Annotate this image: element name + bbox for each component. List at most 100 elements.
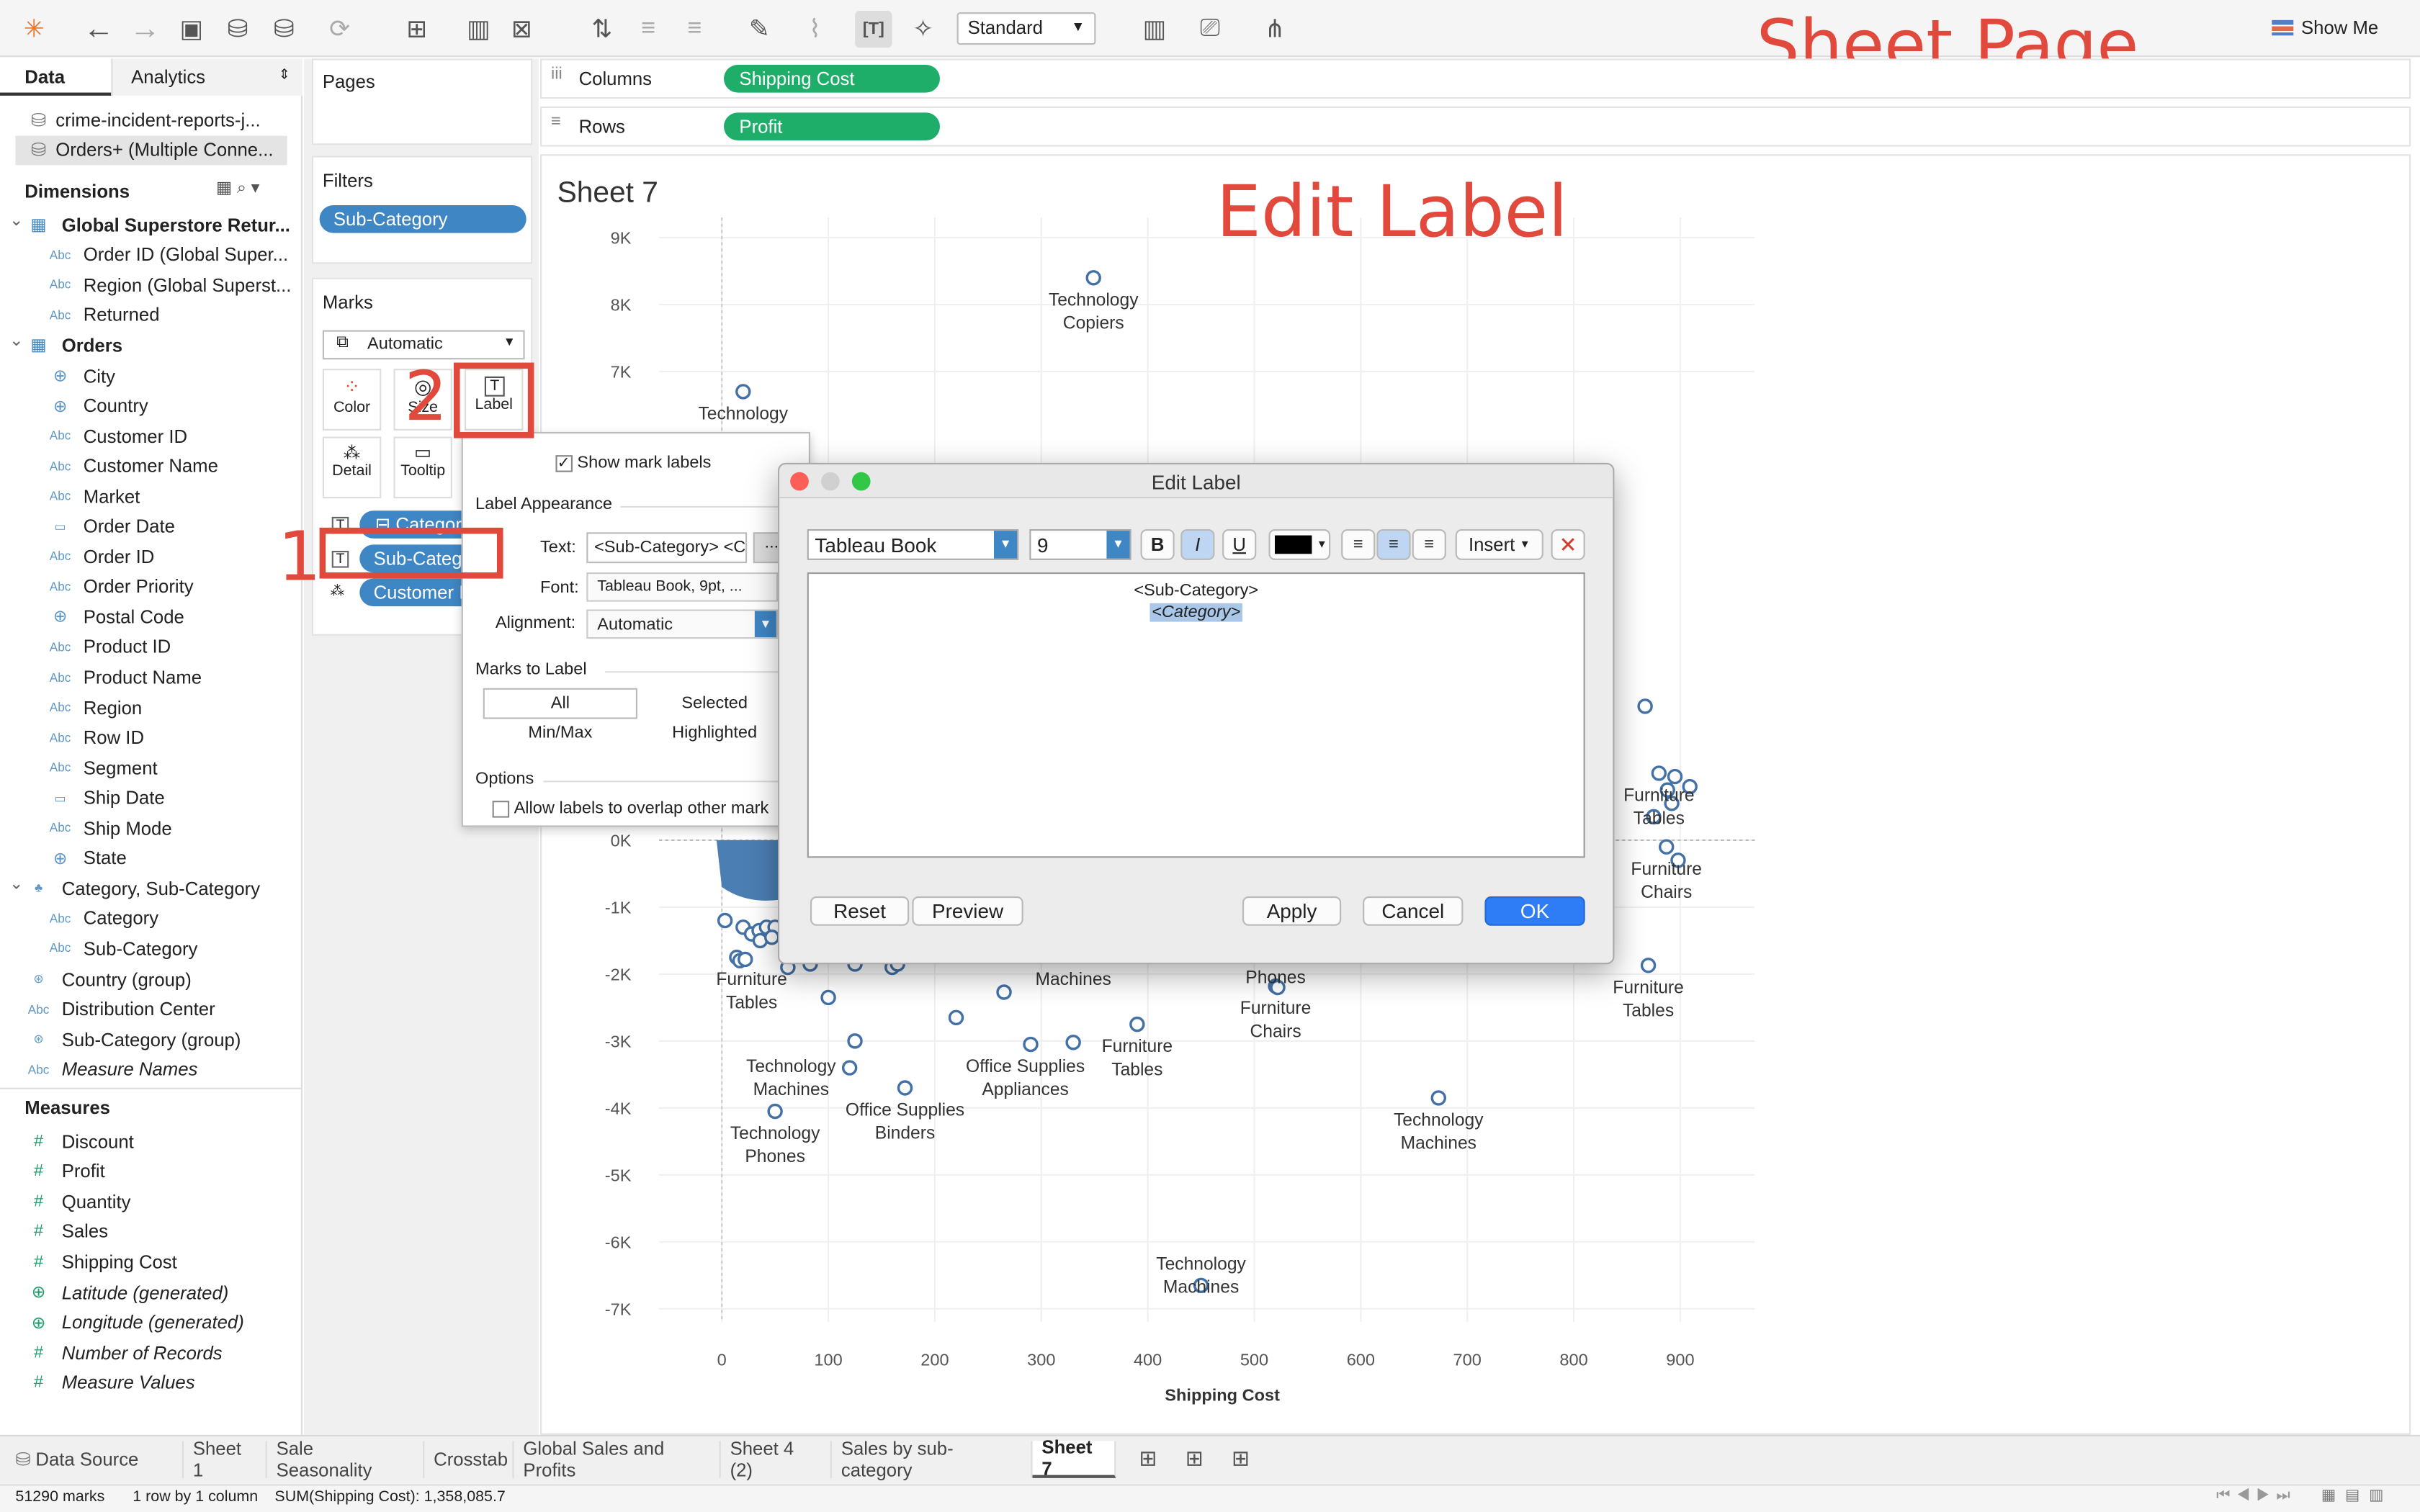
scatter-point[interactable] <box>767 1103 783 1120</box>
measure-field[interactable]: ⊕ Longitude (generated) <box>0 1308 244 1338</box>
measure-field[interactable]: # Quantity <box>0 1187 130 1217</box>
cancel-button[interactable]: Cancel <box>1363 896 1464 926</box>
measure-field[interactable]: # Measure Values <box>0 1367 195 1398</box>
highlight-icon[interactable]: ✎ <box>741 11 778 48</box>
swap-icon[interactable]: ⇅ <box>583 11 620 48</box>
scatter-point[interactable] <box>820 989 836 1006</box>
show-me-button[interactable]: Show Me <box>2272 17 2378 39</box>
cards-icon[interactable]: ▥ <box>1136 11 1173 48</box>
option-highlighted[interactable]: Highlighted <box>637 724 792 742</box>
dimension-field[interactable]: Abc Product Name <box>0 662 202 693</box>
columns-pill-shipping-cost[interactable]: Shipping Cost <box>723 65 940 93</box>
presentation-icon[interactable]: ⎚ <box>1191 11 1228 48</box>
underline-button[interactable]: U <box>1222 529 1257 560</box>
filters-card[interactable]: Filters Sub-Category <box>311 156 533 264</box>
sort-desc-icon[interactable]: ≡ <box>676 11 713 48</box>
dimension-field[interactable]: ⊕ Country <box>0 391 148 421</box>
dimension-field[interactable]: Abc Returned <box>0 300 160 330</box>
tableau-logo-icon[interactable]: ✳ <box>15 11 52 48</box>
refresh-icon[interactable]: ⟳ <box>321 11 358 48</box>
detail-button[interactable]: ⁂ Detail <box>322 436 382 499</box>
scatter-point[interactable] <box>1129 1016 1145 1032</box>
scatter-point[interactable] <box>1667 768 1683 785</box>
pages-card[interactable]: Pages <box>311 58 533 145</box>
filter-pill-subcategory[interactable]: Sub-Category <box>319 205 526 233</box>
apply-button[interactable]: Apply <box>1242 896 1342 926</box>
scatter-point[interactable] <box>738 951 753 968</box>
tooltip-button[interactable]: ▭ Tooltip <box>393 436 452 499</box>
scatter-point[interactable] <box>897 1080 913 1096</box>
measure-field[interactable]: # Number of Records <box>0 1338 223 1368</box>
scatter-point[interactable] <box>996 984 1012 1000</box>
dimension-field[interactable]: Abc Customer ID <box>0 421 187 451</box>
alignment-dropdown[interactable]: Automatic ▼ <box>586 609 778 639</box>
font-family-dropdown[interactable]: Tableau Book ▼ <box>807 529 1019 560</box>
expand-icon[interactable]: ⌄ <box>9 330 24 351</box>
bold-button[interactable]: B <box>1140 529 1175 560</box>
align-left-button[interactable]: ≡ <box>1341 529 1376 560</box>
scatter-point[interactable] <box>948 1009 964 1026</box>
clear-sheet-icon[interactable]: ⊠ <box>503 11 540 48</box>
text-field[interactable]: <Sub-Category> <C <box>586 532 748 564</box>
dimension-field[interactable]: ▭ Ship Date <box>0 783 164 813</box>
scatter-point[interactable] <box>841 1060 858 1076</box>
dimension-field[interactable]: ▭ Order Date <box>0 511 174 541</box>
mark-type-dropdown[interactable]: ⧉ Automatic ▼ <box>322 330 525 360</box>
sheet-tab[interactable]: Sale Seasonality <box>267 1438 425 1481</box>
undo-icon[interactable]: ← <box>80 11 117 48</box>
sheet-tab[interactable]: Crosstab <box>424 1441 514 1478</box>
expand-icon[interactable]: ⌄ <box>9 210 24 230</box>
option-all[interactable]: All <box>483 688 637 719</box>
new-story-icon[interactable]: ⊞ <box>1232 1446 1250 1472</box>
scatter-point[interactable] <box>1065 1035 1081 1050</box>
dimension-field[interactable]: Abc Ship Mode <box>0 813 172 843</box>
dimension-field[interactable]: Abc Row ID <box>0 723 144 753</box>
dimension-field[interactable]: Abc Distribution Center <box>0 994 215 1025</box>
expand-icon[interactable]: ⌄ <box>9 873 24 894</box>
rows-pill-profit[interactable]: Profit <box>723 112 940 140</box>
dimensions-tools[interactable]: ▦ ⌕ ▾ <box>216 177 259 199</box>
pin-icon[interactable]: ✧ <box>905 11 941 48</box>
sheet-tab[interactable]: Global Sales and Profits <box>514 1438 721 1481</box>
measure-field[interactable]: # Discount <box>0 1126 134 1156</box>
scatter-point[interactable] <box>763 930 780 945</box>
group-icon[interactable]: ⌇ <box>797 11 833 48</box>
measure-field[interactable]: # Sales <box>0 1217 108 1247</box>
new-worksheet-icon[interactable]: ⊞ <box>398 11 435 48</box>
reset-button[interactable]: Reset <box>810 896 910 926</box>
dimension-field[interactable]: Abc Market <box>0 481 140 511</box>
tab-nav-icons[interactable]: ⏮◀▶⏭ <box>2216 1488 2296 1505</box>
dimension-field[interactable]: ⊛ Sub-Category (group) <box>0 1025 241 1055</box>
measure-field[interactable]: # Shipping Cost <box>0 1247 177 1277</box>
insert-dropdown[interactable]: Insert ▼ <box>1455 529 1543 560</box>
tab-analytics[interactable]: Analytics ⇕ <box>111 58 302 96</box>
sheet-tab[interactable]: Sheet 7 <box>1032 1436 1116 1480</box>
font-size-dropdown[interactable]: 9 ▼ <box>1029 529 1131 560</box>
share-icon[interactable]: ⋔ <box>1256 11 1293 48</box>
dimension-field[interactable]: ⌄ ♣ Category, Sub-Category <box>0 873 260 904</box>
redo-icon[interactable]: → <box>127 11 163 48</box>
show-mark-labels-checkbox[interactable]: ✓ Show mark labels <box>555 454 711 472</box>
dimension-field[interactable]: Abc Segment <box>0 752 158 783</box>
new-data-source-icon[interactable]: ⛁ <box>219 11 256 48</box>
dimension-field[interactable]: ⊛ Country (group) <box>0 964 191 994</box>
sheet-tab[interactable]: ⛁ Data Source <box>6 1441 184 1478</box>
option-selected[interactable]: Selected <box>637 688 792 719</box>
dimension-field[interactable]: Abc Order ID <box>0 541 155 572</box>
dimension-field[interactable]: Abc Product ID <box>0 632 171 662</box>
dimension-field[interactable]: ⊕ City <box>0 361 115 391</box>
scatter-point[interactable] <box>1651 765 1667 781</box>
font-field[interactable]: Tableau Book, 9pt, ... <box>586 572 778 602</box>
align-center-button[interactable]: ≡ <box>1376 529 1411 560</box>
scatter-point[interactable] <box>1658 839 1675 855</box>
save-icon[interactable]: ▣ <box>173 11 210 48</box>
data-source-item[interactable]: ⛁ Orders+ (Multiple Conne... <box>15 135 287 165</box>
dimension-field[interactable]: ⊕ Postal Code <box>0 602 184 632</box>
overlap-checkbox[interactable]: Allow labels to overlap other mark <box>492 799 807 818</box>
pause-updates-icon[interactable]: ⛁ <box>266 11 302 48</box>
dimension-field[interactable]: Abc Category <box>0 904 158 934</box>
dimension-field[interactable]: Abc Customer Name <box>0 451 218 482</box>
dimension-field[interactable]: Abc Order ID (Global Super... <box>0 240 288 270</box>
preview-button[interactable]: Preview <box>912 896 1023 926</box>
sheet-tab[interactable]: Sales by sub-category <box>832 1438 1033 1481</box>
